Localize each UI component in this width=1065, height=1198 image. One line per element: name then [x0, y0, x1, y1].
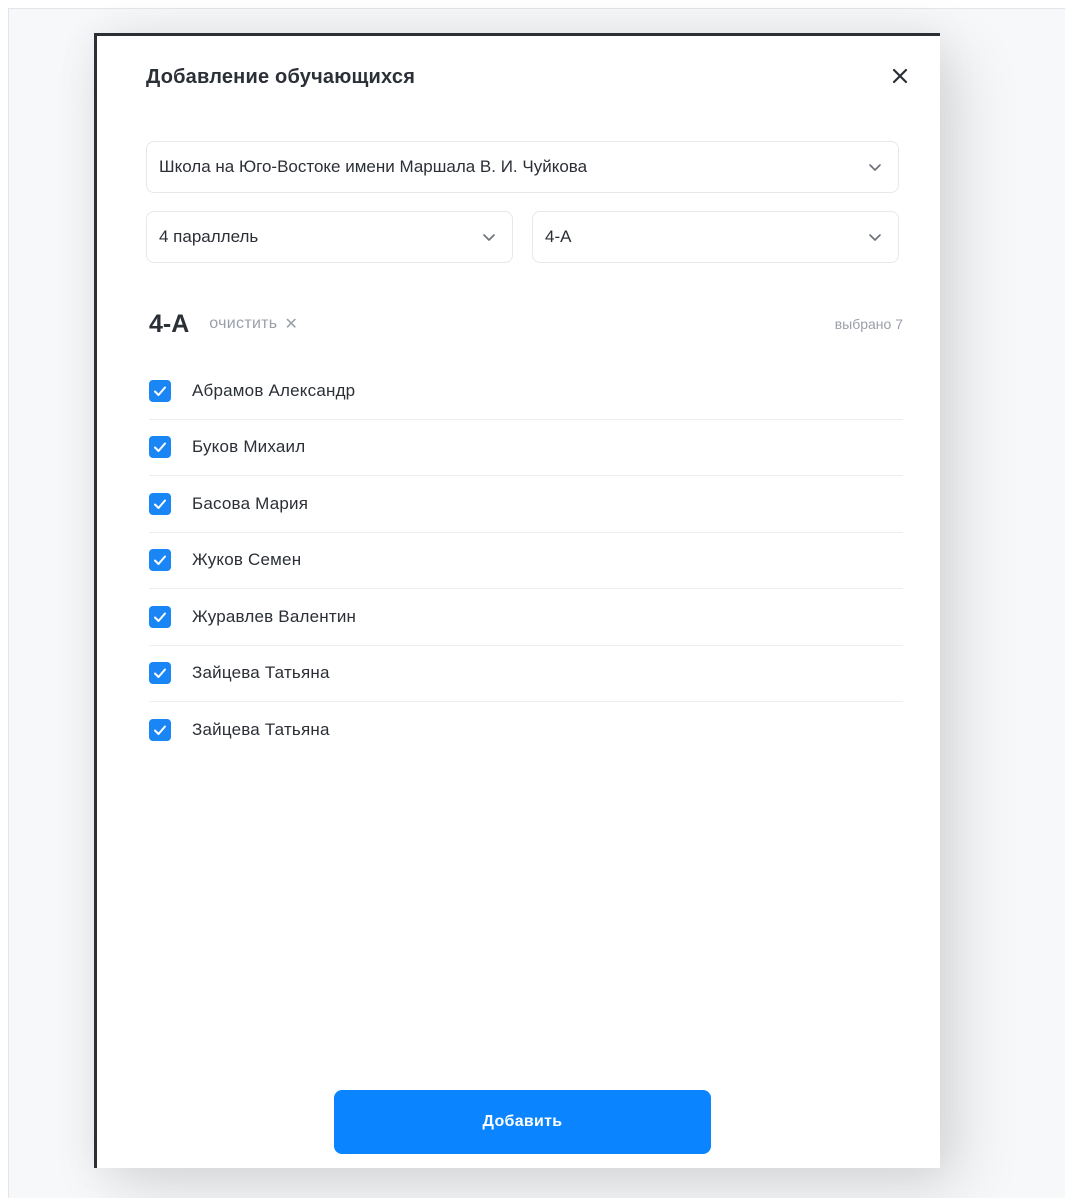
student-checkbox[interactable]: [149, 605, 171, 628]
chevron-down-icon: [480, 228, 498, 246]
student-name: Зайцева Татьяна: [192, 663, 330, 683]
student-checkbox[interactable]: [149, 719, 171, 742]
chevron-down-icon: [866, 228, 884, 246]
student-row[interactable]: Зайцева Татьяна: [149, 646, 903, 702]
clear-label: очистить: [209, 315, 278, 332]
student-row[interactable]: Абрамов Александр: [149, 363, 903, 420]
checkmark-icon: [154, 386, 166, 396]
add-button[interactable]: Добавить: [334, 1090, 711, 1154]
checkmark-icon: [154, 725, 166, 736]
checkmark-icon: [154, 555, 166, 566]
group-title: 4-А: [149, 309, 190, 338]
parallel-select[interactable]: 4 параллель: [146, 211, 513, 263]
student-checkbox[interactable]: [149, 436, 171, 459]
student-row[interactable]: Журавлев Валентин: [149, 589, 903, 646]
class-group-header: 4-А очистить ✕ выбрано 7: [149, 306, 903, 342]
student-name: Абрамов Александр: [192, 380, 356, 400]
student-list: Абрамов Александр Буков Михаил Басова Ма…: [149, 363, 903, 759]
add-students-modal: Добавление обучающихся Школа на Юго-Вост…: [94, 33, 940, 1168]
student-checkbox[interactable]: [149, 662, 171, 685]
student-row[interactable]: Басова Мария: [149, 476, 903, 533]
student-name: Басова Мария: [192, 493, 309, 513]
clear-selection-link[interactable]: очистить ✕: [209, 314, 298, 334]
chevron-down-icon: [866, 158, 884, 176]
student-checkbox[interactable]: [149, 549, 171, 572]
class-select-value: 4-А: [545, 227, 572, 246]
student-name: Журавлев Валентин: [192, 606, 357, 626]
student-name: Зайцева Татьяна: [192, 720, 330, 740]
checkmark-icon: [154, 668, 166, 679]
class-select[interactable]: 4-А: [532, 211, 899, 263]
student-row[interactable]: Жуков Семен: [149, 533, 903, 589]
clear-x-icon: ✕: [284, 316, 299, 333]
checkmark-icon: [154, 612, 166, 622]
school-select[interactable]: Школа на Юго-Востоке имени Маршала В. И.…: [146, 141, 899, 193]
checkmark-icon: [154, 499, 166, 509]
selected-count: выбрано 7: [834, 316, 903, 332]
student-row[interactable]: Зайцева Татьяна: [149, 702, 903, 759]
student-checkbox[interactable]: [149, 379, 171, 402]
student-row[interactable]: Буков Михаил: [149, 420, 903, 476]
school-select-value: Школа на Юго-Востоке имени Маршала В. И.…: [159, 157, 588, 176]
student-checkbox[interactable]: [149, 492, 171, 515]
close-button[interactable]: [888, 64, 912, 88]
student-name: Буков Михаил: [192, 437, 306, 457]
parallel-select-value: 4 параллель: [159, 227, 259, 246]
modal-title: Добавление обучающихся: [146, 66, 416, 88]
checkmark-icon: [154, 442, 166, 453]
close-icon: [892, 68, 908, 84]
student-name: Жуков Семен: [192, 550, 302, 570]
